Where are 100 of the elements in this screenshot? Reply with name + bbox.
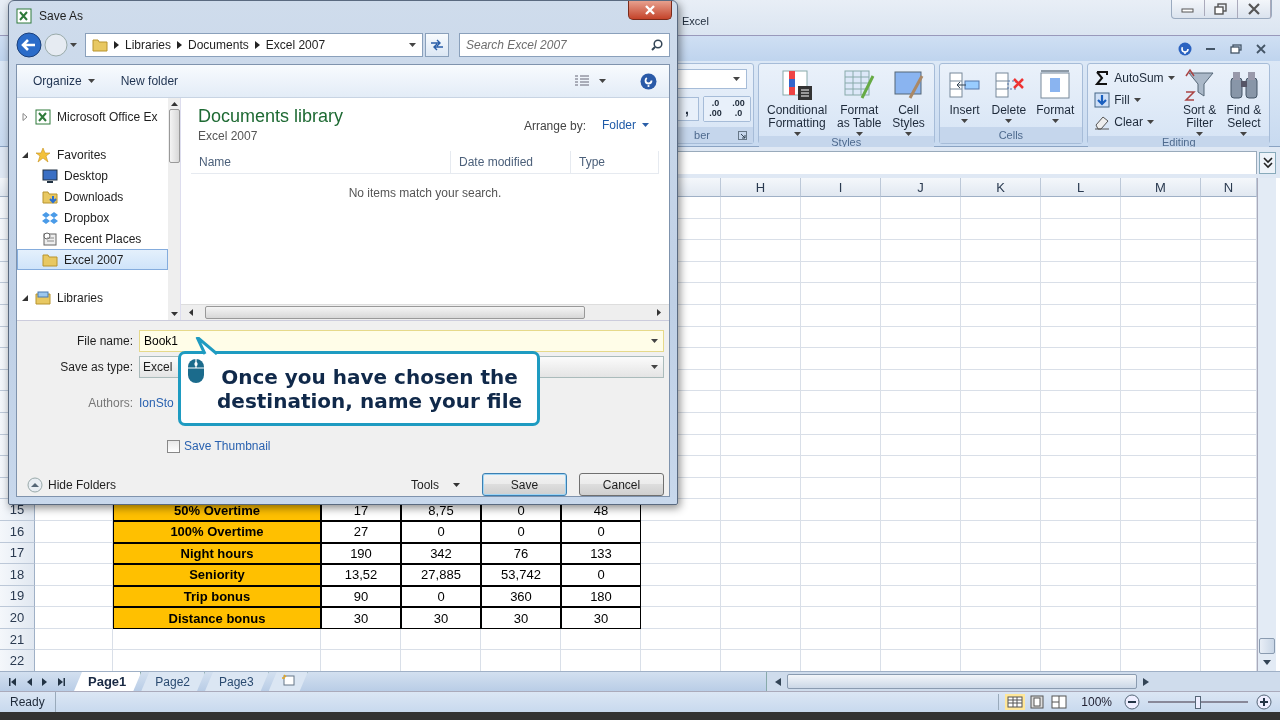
folder-tree-item[interactable]: Dropbox	[17, 207, 168, 228]
refresh-button[interactable]	[425, 33, 449, 58]
window-controls[interactable]	[1171, 0, 1272, 19]
column-header[interactable]: Name	[191, 151, 451, 173]
author-link[interactable]: IonSto	[139, 396, 174, 410]
help-icon[interactable]	[1178, 41, 1192, 56]
scrollbar-thumb[interactable]	[168, 109, 180, 163]
scrollbar-thumb[interactable]	[205, 306, 585, 319]
scroll-down-icon[interactable]	[170, 312, 178, 316]
horizontal-scrollbar[interactable]	[766, 672, 1280, 691]
folder-tree-item[interactable]: Microsoft Office Ex	[17, 106, 168, 127]
column-header[interactable]: M	[1121, 178, 1201, 197]
collapse-icon[interactable]	[27, 476, 43, 493]
ribbon-button[interactable]: AutoSum	[1092, 68, 1177, 88]
row-header[interactable]: 22	[0, 650, 35, 671]
address-bar[interactable]: Libraries Documents Excel 2007	[85, 33, 423, 58]
scroll-left-icon[interactable]	[8, 676, 18, 687]
breadcrumb-item[interactable]: Documents	[188, 38, 249, 53]
row-header[interactable]: 21	[0, 628, 35, 651]
normal-view-icon[interactable]	[1005, 694, 1026, 710]
restore-icon[interactable]	[1230, 43, 1242, 54]
ribbon-button[interactable]: Fill	[1092, 90, 1177, 110]
column-header[interactable]: H	[721, 178, 801, 197]
folder-tree-item[interactable]: Recent Places	[17, 228, 168, 249]
column-header[interactable]: I	[801, 178, 881, 197]
ribbon-button[interactable]: Cell Styles	[887, 68, 930, 136]
ribbon-button[interactable]: Format as Table	[833, 68, 886, 136]
ribbon-button[interactable]: Find & Select	[1222, 68, 1266, 136]
scroll-right-icon[interactable]	[56, 676, 66, 687]
scrollbar-thumb[interactable]	[787, 674, 1137, 689]
folder-icon	[42, 251, 58, 268]
column-header[interactable]: Date modified	[451, 151, 571, 173]
chevron-icon[interactable]	[114, 41, 119, 50]
ribbon-button[interactable]: Clear	[1092, 112, 1177, 132]
folder-tree-item[interactable]: Favorites	[17, 144, 168, 165]
search-icon[interactable]	[651, 39, 663, 52]
help-icon[interactable]	[640, 72, 657, 90]
file-name-field[interactable]: Book1	[139, 330, 664, 352]
table-cell: 90	[321, 585, 401, 608]
back-icon[interactable]	[16, 32, 42, 59]
breadcrumb-item[interactable]: Excel 2007	[265, 38, 326, 53]
cancel-button[interactable]: Cancel	[579, 473, 664, 496]
row-header[interactable]: 19	[0, 585, 35, 608]
arrange-dropdown[interactable]: Folder	[600, 116, 651, 134]
toolbar-button[interactable]: New folder	[112, 71, 187, 91]
zoom-level[interactable]: 100%	[1081, 695, 1112, 709]
close-icon[interactable]	[1256, 43, 1266, 54]
tools-button[interactable]: Tools	[405, 476, 466, 493]
sheet-tab[interactable]: Page1	[74, 672, 142, 691]
decrease-decimal-button[interactable]: .00 .0	[727, 97, 750, 121]
row-header[interactable]: 16	[0, 520, 35, 543]
scroll-left-icon[interactable]	[189, 309, 193, 316]
folder-tree-item[interactable]: Excel 2007	[17, 249, 168, 270]
chevron-icon[interactable]	[254, 41, 260, 50]
ribbon-button[interactable]: Format	[1032, 68, 1079, 127]
chevron-icon[interactable]	[177, 41, 183, 50]
column-header[interactable]: J	[881, 178, 961, 197]
close-button[interactable]	[628, 1, 672, 20]
zoom-out-icon[interactable]	[1124, 694, 1140, 710]
vertical-scrollbar[interactable]	[168, 98, 180, 320]
dialog-launcher-icon[interactable]	[738, 130, 747, 140]
eraser-icon	[1094, 114, 1111, 130]
folder-tree-item[interactable]: Downloads	[17, 186, 168, 207]
zoom-in-icon[interactable]	[1256, 694, 1272, 710]
page-break-icon[interactable]	[1049, 694, 1070, 710]
hide-folders-button[interactable]: Hide Folders	[27, 476, 117, 493]
scroll-down-icon[interactable]	[1263, 660, 1271, 665]
toolbar-button[interactable]: Organize	[25, 71, 103, 91]
ribbon-button[interactable]: Delete	[987, 68, 1031, 127]
row-header[interactable]: 20	[0, 607, 35, 629]
checkbox[interactable]	[167, 439, 180, 453]
folder-tree-item[interactable]: Desktop	[17, 165, 168, 186]
row-header[interactable]: 18	[0, 564, 35, 586]
expand-arrow-icon[interactable]	[21, 150, 29, 159]
ribbon-button[interactable]: Conditional Formatting	[763, 68, 832, 136]
expand-arrow-icon[interactable]	[21, 293, 29, 302]
double-chevron-icon[interactable]	[1262, 156, 1273, 169]
scroll-right-icon[interactable]	[1142, 677, 1149, 686]
row-header[interactable]: 17	[0, 542, 35, 565]
column-header[interactable]: Type	[571, 151, 659, 173]
scroll-up-icon[interactable]	[170, 102, 178, 106]
ribbon-button[interactable]: Insert	[943, 68, 986, 127]
search-field[interactable]: Search Excel 2007	[459, 33, 670, 58]
refresh-icon[interactable]	[430, 39, 444, 52]
vertical-scrollbar[interactable]	[1257, 178, 1276, 671]
expand-formula-button[interactable]	[1259, 151, 1276, 174]
breadcrumb-item[interactable]: Libraries	[125, 38, 172, 53]
sheet-tab[interactable]: Page2	[141, 672, 205, 691]
increase-decimal-button[interactable]: .0 .00	[704, 97, 727, 121]
scroll-left-icon[interactable]	[775, 677, 781, 686]
ribbon-button[interactable]: Sort & Filter	[1178, 68, 1221, 136]
column-header[interactable]: L	[1041, 178, 1121, 197]
column-header[interactable]: N	[1201, 178, 1257, 197]
column-header[interactable]: K	[961, 178, 1041, 197]
checkbox-label[interactable]: Save Thumbnail	[184, 439, 271, 453]
sheet-tab[interactable]: Page3	[205, 672, 269, 691]
scroll-right-icon[interactable]	[657, 309, 661, 316]
save-button[interactable]: Save	[482, 473, 567, 496]
folder-tree-item[interactable]: Libraries	[17, 287, 168, 308]
scrollbar-thumb[interactable]	[1259, 638, 1275, 654]
